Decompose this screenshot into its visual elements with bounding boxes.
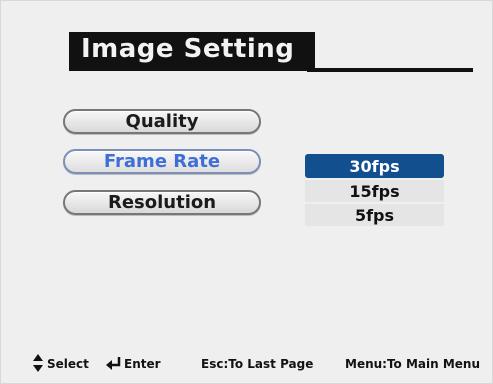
menu-item-frame-rate[interactable]: Frame Rate — [63, 149, 261, 174]
up-down-arrow-icon — [33, 354, 43, 372]
title-underline — [307, 68, 473, 72]
footer-select-label: Select — [47, 357, 89, 371]
footer-enter-label: Enter — [124, 357, 161, 371]
option-5fps[interactable]: 5fps — [305, 204, 444, 226]
option-30fps[interactable]: 30fps — [305, 154, 444, 178]
menu-item-resolution[interactable]: Resolution — [63, 190, 261, 215]
option-15fps[interactable]: 15fps — [305, 180, 444, 202]
footer-esc-label: Esc:To Last Page — [201, 357, 314, 371]
footer-menu-label: Menu:To Main Menu — [345, 357, 481, 371]
enter-icon — [106, 357, 121, 370]
footer-help: Select Enter Esc:To Last Page Menu:To Ma… — [1, 353, 493, 375]
frame-rate-options: 30fps 15fps 5fps — [305, 154, 444, 228]
image-setting-screen: Image Setting Quality Frame Rate Resolut… — [0, 0, 493, 384]
page-title: Image Setting — [81, 34, 295, 64]
menu-item-quality[interactable]: Quality — [63, 109, 261, 134]
